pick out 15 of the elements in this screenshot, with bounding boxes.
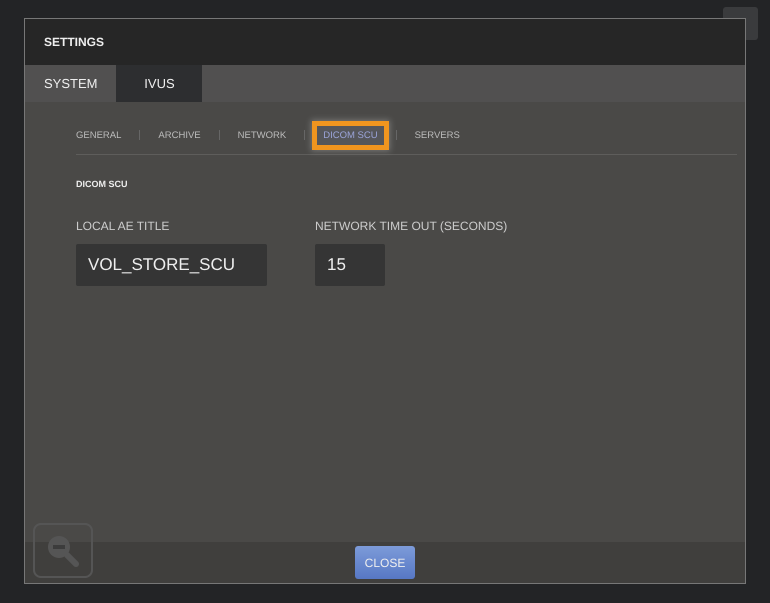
tab[interactable]: IVUS	[116, 65, 202, 102]
subtab[interactable]: GENERAL	[70, 126, 128, 144]
field-label: LOCAL AE TITLE	[76, 219, 170, 233]
section-title: DICOM SCU	[76, 179, 128, 189]
close-button[interactable]: CLOSE	[354, 546, 416, 579]
input-field[interactable]: 15	[315, 244, 385, 286]
subtab[interactable]: ARCHIVE	[152, 126, 207, 144]
window-title: SETTINGS	[44, 35, 104, 49]
zoom-out-button[interactable]	[33, 523, 93, 578]
tab[interactable]: SYSTEM	[25, 65, 116, 102]
subtab[interactable]: NETWORK	[232, 126, 292, 144]
subtab[interactable]: DICOM SCU	[317, 126, 384, 144]
input-field[interactable]: VOL_STORE_SCU	[76, 244, 267, 286]
field-label: NETWORK TIME OUT (SECONDS)	[315, 219, 508, 233]
subtab[interactable]: SERVERS	[408, 126, 466, 144]
